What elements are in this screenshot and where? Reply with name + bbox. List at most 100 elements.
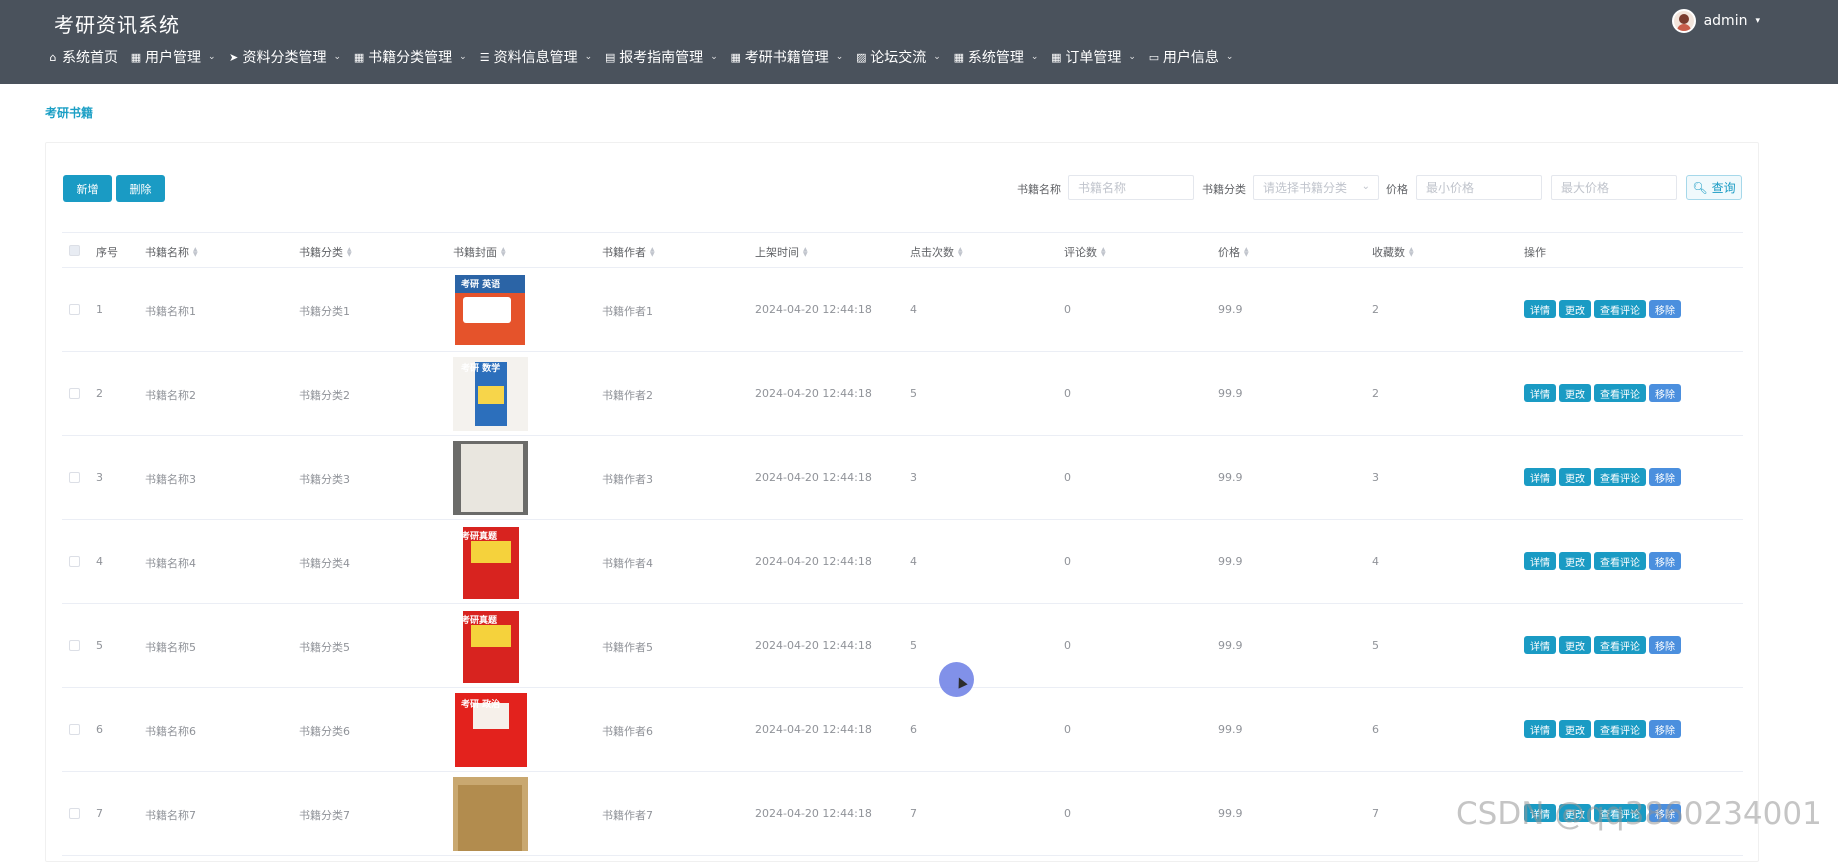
remove-button[interactable]: 移除 [1649,552,1681,570]
sort-icon[interactable]: ▲ ▼ [501,247,506,258]
nav-item-8[interactable]: ▦ 系统管理 ⌄ [953,47,1039,67]
sort-icon[interactable]: ▲ ▼ [1409,247,1414,258]
column-header-2[interactable]: 书籍分类 ▲ ▼ [299,244,352,260]
breadcrumb[interactable]: 考研书籍 [45,104,93,121]
view-comments-button[interactable]: 查看评论 [1594,552,1646,570]
remove-button[interactable]: 移除 [1649,384,1681,402]
cell-time: 2024-04-20 12:44:18 [755,303,872,316]
edit-button[interactable]: 更改 [1559,720,1591,738]
nav-item-3[interactable]: ▦ 书籍分类管理 ⌄ [353,47,467,67]
cell-price: 99.9 [1218,807,1243,820]
cell-favorites: 2 [1372,387,1379,400]
home-icon: ⌂ [49,50,57,64]
sort-icon[interactable]: ▲ ▼ [347,247,352,258]
column-header-10: 操作 [1524,244,1546,260]
chevron-down-icon: ⌄ [1361,181,1370,192]
detail-button[interactable]: 详情 [1524,384,1556,402]
nav-item-6[interactable]: ▦ 考研书籍管理 ⌄ [730,47,844,67]
app-title: 考研资讯系统 [54,13,180,37]
nav-item-9[interactable]: ▦ 订单管理 ⌄ [1050,47,1136,67]
edit-button[interactable]: 更改 [1559,636,1591,654]
cell-category: 书籍分类2 [299,389,350,402]
detail-button[interactable]: 详情 [1524,300,1556,318]
column-header-5[interactable]: 上架时间 ▲ ▼ [755,244,808,260]
sort-icon[interactable]: ▲ ▼ [958,247,963,258]
view-comments-button[interactable]: 查看评论 [1594,468,1646,486]
row-checkbox[interactable] [69,640,80,651]
chevron-down-icon: ⌄ [1128,52,1136,62]
row-checkbox[interactable] [69,724,80,735]
edit-button[interactable]: 更改 [1559,384,1591,402]
edit-button[interactable]: 更改 [1559,468,1591,486]
query-button[interactable]: 🔍︎ 查询 [1686,175,1742,200]
remove-button[interactable]: 移除 [1649,636,1681,654]
add-button[interactable]: 新增 [63,175,112,202]
nav-item-5[interactable]: ▤ 报考指南管理 ⌄ [604,47,718,67]
caret-down-icon[interactable]: ▾ [1755,16,1760,26]
book-cover-art [458,785,522,851]
cell-author: 书籍作者6 [602,725,653,738]
sort-icon[interactable]: ▲ ▼ [1244,247,1249,258]
view-comments-button[interactable]: 查看评论 [1594,300,1646,318]
row-checkbox[interactable] [69,388,80,399]
view-comments-button[interactable]: 查看评论 [1594,636,1646,654]
row-checkbox[interactable] [69,304,80,315]
column-header-7[interactable]: 评论数 ▲ ▼ [1064,244,1106,260]
category-select[interactable]: 请选择书籍分类 ⌄ [1253,175,1379,200]
cell-author: 书籍作者1 [602,305,653,318]
select-all-checkbox[interactable] [69,245,80,256]
column-header-4[interactable]: 书籍作者 ▲ ▼ [602,244,655,260]
name-search-input[interactable]: 书籍名称 [1068,175,1194,200]
nav-item-label: 订单管理 [1065,50,1122,66]
column-header-3[interactable]: 书籍封面 ▲ ▼ [453,244,506,260]
detail-button[interactable]: 详情 [1524,720,1556,738]
cell-category: 书籍分类4 [299,557,350,570]
chevron-down-icon: ⌄ [710,52,718,62]
sort-icon[interactable]: ▲ ▼ [1101,247,1106,258]
edit-button[interactable]: 更改 [1559,300,1591,318]
row-checkbox[interactable] [69,808,80,819]
print-icon: ▤ [604,50,616,64]
avatar[interactable] [1671,9,1696,33]
delete-button[interactable]: 删除 [116,175,165,202]
sort-icon[interactable]: ▲ ▼ [193,247,198,258]
remove-button[interactable]: 移除 [1649,300,1681,318]
row-checkbox[interactable] [69,556,80,567]
cell-category: 书籍分类1 [299,305,350,318]
detail-button[interactable]: 详情 [1524,636,1556,654]
user-menu[interactable]: admin ▾ [1671,9,1760,33]
remove-button[interactable]: 移除 [1649,720,1681,738]
column-header-1[interactable]: 书籍名称 ▲ ▼ [145,244,198,260]
nav-item-4[interactable]: ☰ 资料信息管理 ⌄ [479,47,592,67]
mouse-cursor-indicator [939,662,974,697]
view-comments-button[interactable]: 查看评论 [1594,384,1646,402]
nav-item-10[interactable]: ▭ 用户信息 ⌄ [1148,47,1234,67]
cell-name: 书籍名称1 [145,305,196,318]
remove-button[interactable]: 移除 [1649,468,1681,486]
column-header-6[interactable]: 点击次数 ▲ ▼ [910,244,963,260]
cell-name: 书籍名称2 [145,389,196,402]
max-price-input[interactable]: 最大价格 [1551,175,1677,200]
nav-item-2[interactable]: ➤ 资料分类管理 ⌄ [228,47,341,67]
nav-item-7[interactable]: ▨ 论坛交流 ⌄ [855,47,941,67]
min-price-input[interactable]: 最小价格 [1416,175,1542,200]
column-header-8[interactable]: 价格 ▲ ▼ [1218,244,1249,260]
detail-button[interactable]: 详情 [1524,468,1556,486]
cell-favorites: 5 [1372,639,1379,652]
row-checkbox[interactable] [69,472,80,483]
sort-icon[interactable]: ▲ ▼ [803,247,808,258]
list-icon: ☰ [479,50,490,64]
cell-category: 书籍分类3 [299,473,350,486]
nav-item-1[interactable]: ▦ 用户管理 ⌄ [130,47,216,67]
nav-item-0[interactable]: ⌂ 系统首页 [47,47,119,67]
query-label: 查询 [1711,181,1736,195]
username[interactable]: admin [1704,13,1748,29]
book-cover-title: 考研 政治 [461,700,501,710]
detail-button[interactable]: 详情 [1524,552,1556,570]
cell-clicks: 6 [910,723,917,736]
view-comments-button[interactable]: 查看评论 [1594,720,1646,738]
edit-button[interactable]: 更改 [1559,552,1591,570]
cell-category: 书籍分类6 [299,725,350,738]
column-header-9[interactable]: 收藏数 ▲ ▼ [1372,244,1414,260]
sort-icon[interactable]: ▲ ▼ [650,247,655,258]
